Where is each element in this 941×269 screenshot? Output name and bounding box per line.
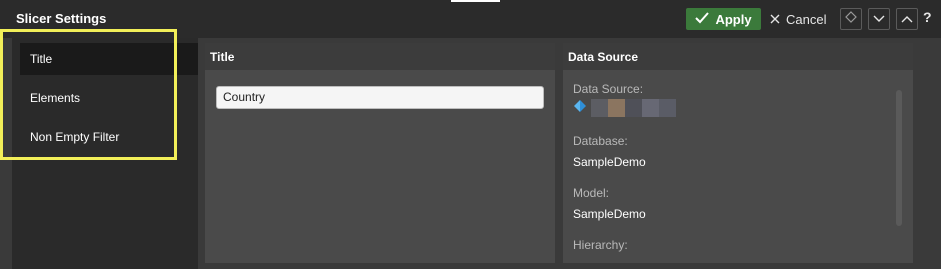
title-bar: Slicer Settings Apply Cancel ? [0, 0, 941, 38]
sidebar-item-label: Elements [30, 91, 81, 105]
diamond-icon [845, 10, 857, 28]
sidebar-item-label: Title [30, 52, 53, 66]
cancel-button[interactable]: Cancel [770, 8, 826, 30]
move-down-button[interactable] [868, 8, 890, 30]
settings-sidebar: Title Elements Non Empty Filter [12, 38, 198, 269]
database-value: SampleDemo [573, 155, 646, 169]
sidebar-item-elements[interactable]: Elements [20, 82, 198, 114]
data-source-icon [573, 99, 587, 118]
hierarchy-label: Hierarchy: [573, 238, 628, 252]
scrollbar[interactable] [896, 90, 902, 226]
close-icon [770, 12, 780, 27]
title-panel: Title Country [205, 43, 555, 263]
data-source-panel-header: Data Source [563, 43, 913, 70]
title-input[interactable]: Country [216, 86, 544, 109]
sidebar-item-title[interactable]: Title [20, 43, 198, 75]
database-label: Database: [573, 134, 628, 148]
window-drag-indicator [451, 0, 500, 2]
checkmark-icon [695, 11, 710, 27]
diamond-button[interactable] [840, 8, 862, 30]
data-source-value [573, 99, 676, 117]
dialog-title: Slicer Settings [16, 11, 107, 26]
data-source-panel: Data Source Data Source: Database: Sampl… [563, 43, 913, 263]
sidebar-item-label: Non Empty Filter [30, 130, 120, 144]
model-label: Model: [573, 186, 610, 200]
model-value: SampleDemo [573, 207, 646, 221]
move-up-button[interactable] [896, 8, 918, 30]
apply-button[interactable]: Apply [686, 8, 761, 30]
sidebar-item-non-empty-filter[interactable]: Non Empty Filter [20, 121, 198, 153]
data-source-label: Data Source: [573, 82, 644, 96]
help-button[interactable]: ? [923, 9, 932, 25]
chevron-up-icon [901, 10, 913, 28]
redacted-value [591, 99, 676, 117]
cancel-button-label: Cancel [786, 11, 827, 27]
chevron-down-icon [873, 10, 885, 28]
apply-button-label: Apply [715, 11, 752, 27]
title-panel-header: Title [205, 43, 555, 70]
